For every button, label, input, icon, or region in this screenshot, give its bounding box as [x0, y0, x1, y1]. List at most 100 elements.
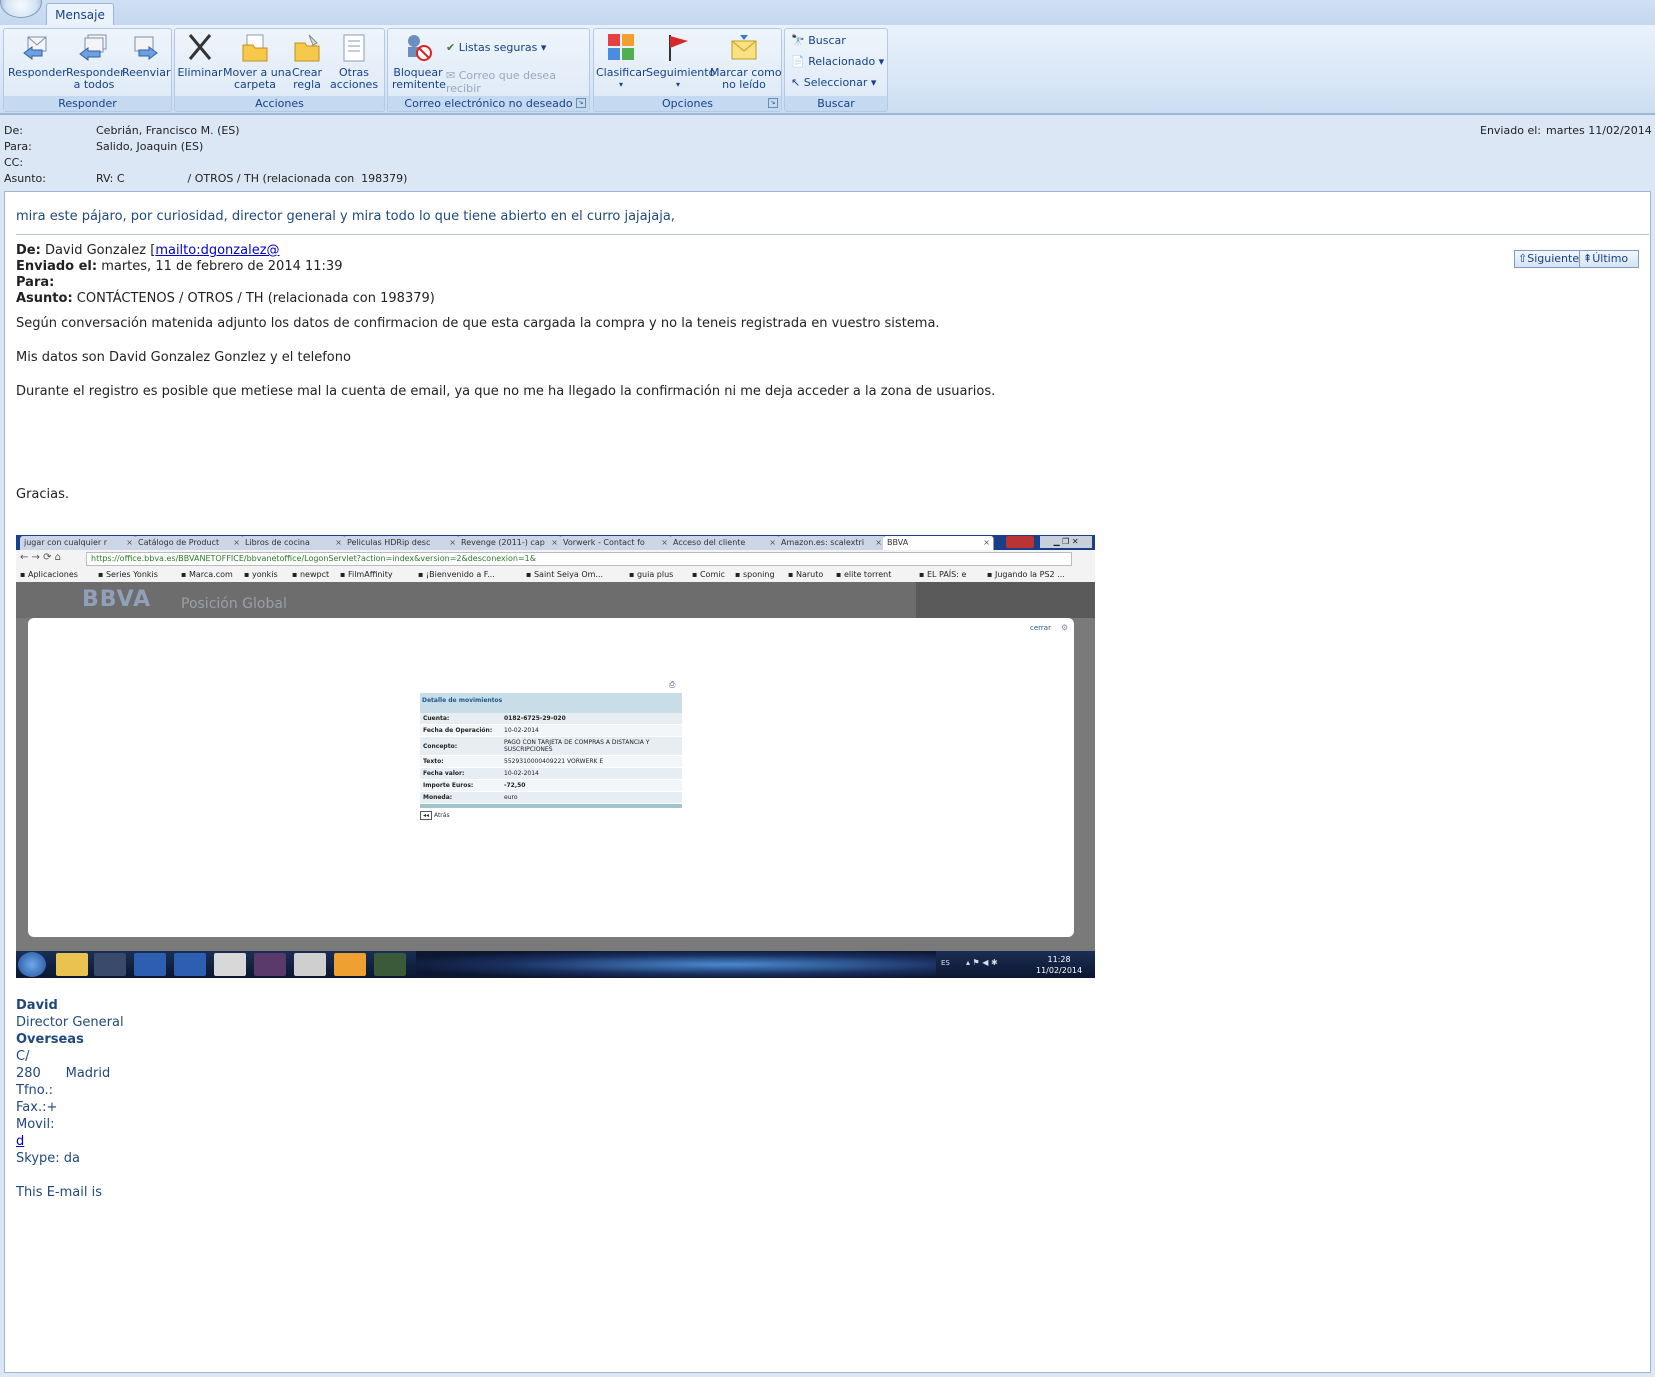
para-value[interactable]: Salido, Joaquin (ES) [96, 140, 203, 153]
seguimiento-label: Seguimiento [646, 66, 716, 79]
intro-text: mira este pájaro, por curiosidad, direct… [16, 209, 675, 224]
reply-all-icon [78, 31, 110, 63]
browser-tab-active: BBVA × [883, 536, 994, 550]
paragraph-1: Según conversación matenida adjunto los … [16, 316, 940, 331]
siguiente-button[interactable]: ⇧Siguiente [1514, 250, 1584, 268]
clasificar-button[interactable]: Clasificar ▾ [596, 31, 647, 91]
clock-date: 11/02/2014 [1036, 966, 1083, 975]
crear-regla-button[interactable]: Crear regla [287, 31, 327, 91]
settings-icon: ⚙ [1061, 623, 1069, 632]
rule-icon [291, 31, 323, 63]
bookmark-item: ▪ guia plus [629, 570, 674, 579]
reply-icon [20, 31, 52, 63]
categorize-icon [605, 31, 637, 63]
reenviar-button[interactable]: Reenviar [122, 31, 171, 79]
title-bar [0, 0, 1655, 26]
mark-unread-icon [728, 31, 760, 63]
browser-tab-label: Libros de cocina [245, 538, 310, 547]
row-key: Fecha de Operación: [420, 724, 501, 737]
atras-label: Atrás [433, 812, 450, 819]
bloquear-label: Bloquear remitente [392, 66, 446, 91]
gamepad-icon [294, 953, 326, 976]
embedded-screenshot[interactable]: jugar con cualquier r × Catálogo de Produ… [16, 535, 1095, 978]
explorer-icon [56, 953, 88, 976]
safe-list-icon: ✔ [446, 41, 456, 54]
cc-label: CC: [4, 156, 24, 169]
fwd-asunto-value: CONTÁCTENOS / OTROS / TH (relacionada co… [72, 291, 435, 306]
row-value: 10-02-2014 [501, 724, 682, 737]
de-label: De: [4, 124, 23, 137]
detalle-title: Detalle de movimientos [420, 693, 682, 713]
browser-tab: Libros de cocina × [241, 536, 346, 550]
sig-fax: Fax.:+ [16, 1100, 58, 1115]
dialog-launcher-icon[interactable]: ↘ [768, 98, 778, 108]
fwd-enviado-value: martes, 11 de febrero de 2014 11:39 [97, 259, 343, 274]
crear-regla-label: Crear regla [292, 66, 322, 91]
row-key: Fecha valor: [420, 767, 501, 780]
divider [16, 234, 1649, 235]
seguimiento-button[interactable]: Seguimiento ▾ [646, 31, 716, 91]
cerrar-link: cerrar [1030, 624, 1051, 632]
reenviar-label: Reenviar [122, 66, 171, 79]
binoculars-icon: 🔭 [791, 34, 805, 47]
sig-tfno: Tfno.: [16, 1083, 53, 1098]
sig-company: Overseas [16, 1032, 84, 1047]
buscar-button[interactable]: 🔭 Buscar [791, 34, 846, 47]
tray-clock: 11:28 11/02/2014 [1036, 954, 1082, 976]
delete-x-icon [184, 31, 216, 63]
nav-arrows-icon: ← → ⟳ ⌂ [20, 552, 62, 563]
detalle-table: Detalle de movimientos Cuenta: 0182-6725-… [420, 693, 682, 820]
browser-tab: Acceso del cliente × [669, 536, 780, 550]
sig-title: Director General [16, 1015, 124, 1030]
bbva-header-dark [916, 582, 1095, 618]
row-value: PAGO CON TARJETA DE COMPRAS A DISTANCIA … [501, 736, 682, 756]
siguiente-label: Siguiente [1527, 252, 1580, 265]
atras-button: ◂◂ Atrás [420, 811, 682, 820]
bloquear-remitente-button[interactable]: Bloquear remitente [392, 31, 446, 91]
ribbon: Responder Responder a todos Reenviar Res… [0, 25, 1655, 115]
group-label-responder: Responder [4, 96, 171, 111]
block-sender-icon [402, 31, 434, 63]
listas-seguras-button[interactable]: ✔ Listas seguras ▾ [446, 41, 546, 54]
message-body[interactable]: mira este pájaro, por curiosidad, direct… [4, 191, 1651, 1373]
sig-email-link[interactable]: d [16, 1133, 124, 1150]
buscar-label: Buscar [808, 34, 846, 47]
asunto-value: RV: C / OTROS / TH (relacionada con 1983… [96, 172, 408, 185]
bookmark-item: ▪ Comic [692, 570, 725, 579]
table-footer-bar [420, 804, 682, 808]
correo-que-desea-button[interactable]: ✉ Correo que desea recibir [446, 69, 589, 95]
otras-acciones-button[interactable]: Otras acciones [327, 31, 381, 91]
mover-carpeta-button[interactable]: Mover a una carpeta [223, 31, 291, 91]
responder-label: Responder [8, 66, 67, 79]
clock-time: 11:28 [1047, 955, 1071, 964]
bookmark-item: ▪ EL PAÍS: e [919, 570, 967, 579]
fwd-mailto-link[interactable]: mailto:dgonzalez@ [155, 243, 333, 259]
relacionado-button[interactable]: 📄 Relacionado ▾ [791, 55, 884, 68]
taskbar-wallpaper [416, 951, 936, 978]
ultimo-button[interactable]: ⇞Último [1579, 250, 1639, 268]
browser-tab: jugar con cualquier r × [20, 536, 137, 550]
fwd-enviado-label: Enviado el: [16, 259, 98, 274]
seleccionar-button[interactable]: ↖ Seleccionar ▾ [791, 76, 876, 89]
fwd-de-value: David Gonzalez [ [40, 243, 156, 258]
bookmark-item: ▪ FilmAffinity [340, 570, 393, 579]
browser-tab: Peliculas HDRip desc × [343, 536, 460, 550]
otras-acciones-label: Otras acciones [329, 66, 379, 91]
clasificar-label: Clasificar [596, 66, 647, 79]
table-row: Fecha valor: 10-02-2014 [420, 767, 682, 780]
responder-button[interactable]: Responder [8, 31, 67, 79]
gracias-text: Gracias. [16, 487, 70, 502]
print-icon: ⎙ [669, 680, 676, 689]
eliminar-button[interactable]: Eliminar [177, 31, 223, 79]
marcar-no-leido-button[interactable]: Marcar como no leído [710, 31, 782, 91]
row-key: Cuenta: [420, 713, 501, 725]
app-icon [334, 953, 366, 976]
de-value[interactable]: Cebrián, Francisco M. (ES) [96, 124, 240, 137]
bbva-page-title: Posición Global [181, 596, 287, 612]
bookmark-item: ▪ Jugando la PS2 ... [987, 570, 1065, 579]
fwd-para-label: Para: [16, 275, 55, 290]
responder-a-todos-button[interactable]: Responder a todos [66, 31, 125, 91]
tab-mensaje[interactable]: Mensaje [46, 3, 114, 26]
dialog-launcher-icon[interactable]: ↘ [576, 98, 586, 108]
mail-icon: ✉ [446, 69, 456, 82]
